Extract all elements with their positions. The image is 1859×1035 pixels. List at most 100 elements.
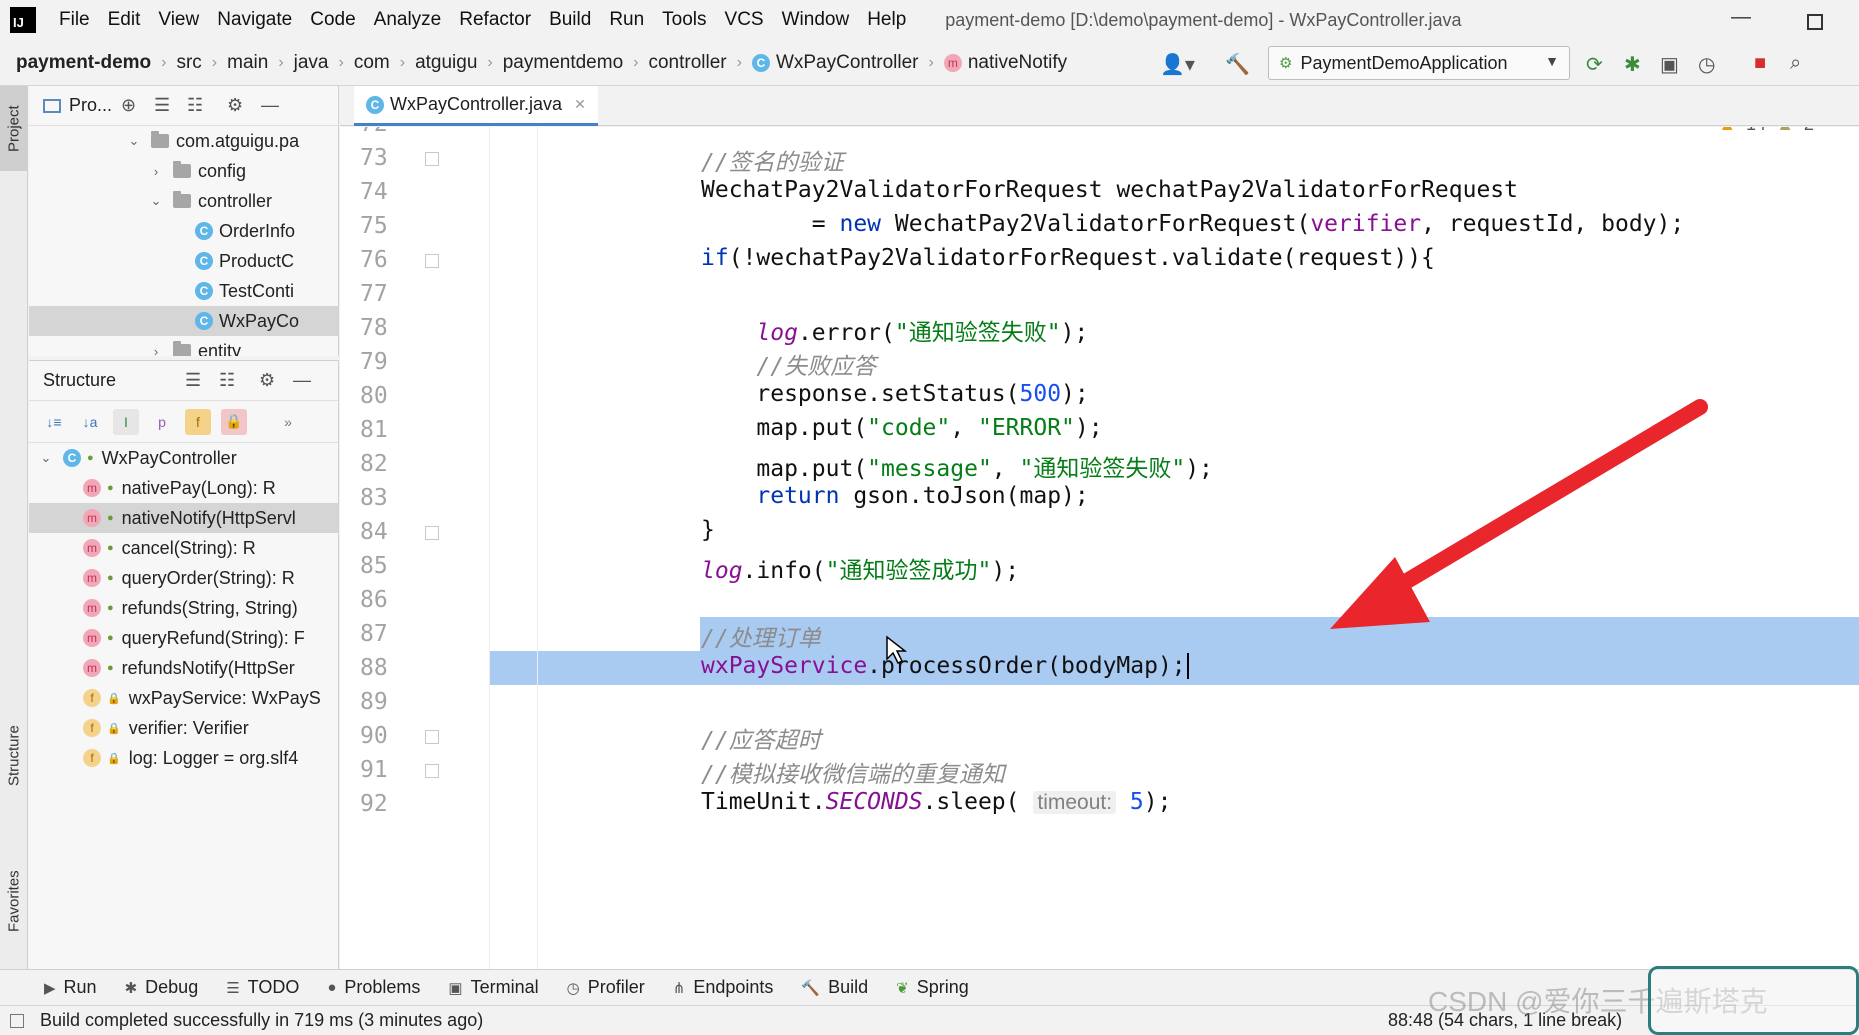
tool-debug[interactable]: ✱ Debug xyxy=(125,977,199,998)
stop-icon[interactable]: ■ xyxy=(1754,52,1766,75)
structure-item[interactable]: f 🔒 wxPayService: WxPayS xyxy=(29,683,338,713)
spring-icon: ❦ xyxy=(896,979,909,997)
structure-toolbar: ↓≡ ↓a I p f 🔒 » xyxy=(29,401,338,443)
tab-favorites[interactable]: Favorites xyxy=(0,851,28,951)
inspection-widget[interactable]: ▲ 14 ▲ 2 ⌃ xyxy=(1718,127,1839,135)
tool-build[interactable]: 🔨 Build xyxy=(801,977,868,998)
more-icon[interactable]: » xyxy=(275,409,301,435)
gear-icon[interactable]: ⚙ xyxy=(227,95,243,116)
code-line-84: } xyxy=(701,517,715,543)
debug-icon[interactable]: ✱ xyxy=(1624,52,1641,77)
structure-item[interactable]: m ● refundsNotify(HttpSer xyxy=(29,653,338,683)
menu-analyze[interactable]: Analyze xyxy=(365,9,451,31)
fold-marker-icon[interactable] xyxy=(425,526,439,540)
structure-item[interactable]: f 🔒 log: Logger = org.slf4 xyxy=(29,743,338,773)
structure-item[interactable]: m ● refunds(String, String) xyxy=(29,593,338,623)
fold-marker-icon[interactable] xyxy=(425,730,439,744)
structure-item[interactable]: m ● nativePay(Long): R xyxy=(29,473,338,503)
hide-icon[interactable]: — xyxy=(293,370,311,391)
breadcrumb-src[interactable]: src xyxy=(176,52,201,74)
breadcrumb-controller[interactable]: controller xyxy=(648,52,726,74)
menu-file[interactable]: File xyxy=(50,9,99,31)
structure-item[interactable]: m ● queryOrder(String): R xyxy=(29,563,338,593)
structure-item[interactable]: f 🔒 verifier: Verifier xyxy=(29,713,338,743)
status-message[interactable]: Build completed successfully in 719 ms (… xyxy=(40,1010,483,1031)
tool-todo[interactable]: ☰ TODO xyxy=(226,977,299,998)
close-icon[interactable]: ✕ xyxy=(574,96,586,113)
tool-run[interactable]: ▶ Run xyxy=(44,977,97,998)
structure-item[interactable]: m ● queryRefund(String): F xyxy=(29,623,338,653)
menu-edit[interactable]: Edit xyxy=(99,9,150,31)
sort-alpha-icon[interactable]: ↓a xyxy=(77,409,103,435)
menu-help[interactable]: Help xyxy=(858,9,915,31)
tree-item-config[interactable]: › config xyxy=(29,156,338,186)
menu-code[interactable]: Code xyxy=(301,9,364,31)
tool-terminal[interactable]: ▣ Terminal xyxy=(448,977,538,998)
code-line-78: log.error("通知验签失败"); xyxy=(756,320,1089,346)
locate-icon[interactable]: ⊕ xyxy=(121,95,136,116)
menu-build[interactable]: Build xyxy=(540,9,600,31)
menu-window[interactable]: Window xyxy=(773,9,859,31)
gear-icon[interactable]: ⚙ xyxy=(259,370,275,391)
fields-icon[interactable]: f xyxy=(185,408,211,435)
menu-run[interactable]: Run xyxy=(600,9,653,31)
tree-item-orderinfo[interactable]: C OrderInfo xyxy=(29,216,338,246)
inherited-icon[interactable]: I xyxy=(113,408,139,435)
tree-item-controller[interactable]: ⌄ controller xyxy=(29,186,338,216)
breadcrumb-com[interactable]: com xyxy=(354,52,390,74)
tree-item-wxpay[interactable]: C WxPayCo xyxy=(29,306,338,336)
line-number: 90 xyxy=(360,723,388,749)
collapse-all-icon[interactable]: ☷ xyxy=(187,95,203,116)
fold-marker-icon[interactable] xyxy=(425,152,439,166)
build-hammer-icon[interactable]: 🔨 xyxy=(1225,52,1250,77)
tree-item-entity[interactable]: › entity xyxy=(29,336,338,356)
breadcrumb-main[interactable]: main xyxy=(227,52,268,74)
search-icon[interactable]: ⌕ xyxy=(1790,52,1801,75)
status-toggle-icon[interactable] xyxy=(10,1013,24,1028)
run-config-select[interactable]: ⚙ PaymentDemoApplication ▼ xyxy=(1268,46,1570,80)
menu-navigate[interactable]: Navigate xyxy=(208,9,301,31)
breadcrumb-class[interactable]: C WxPayController xyxy=(751,52,919,74)
minimize-icon[interactable]: — xyxy=(1731,6,1751,29)
expand-all-icon[interactable]: ☰ xyxy=(185,370,201,391)
tree-item-package[interactable]: ⌄ com.atguigu.pa xyxy=(29,126,338,156)
coverage-icon[interactable]: ▣ xyxy=(1660,52,1679,77)
method-icon: m xyxy=(83,599,101,617)
breadcrumb-atguigu[interactable]: atguigu xyxy=(415,52,477,74)
structure-item[interactable]: m ● nativeNotify(HttpServl xyxy=(29,503,338,533)
fold-marker-icon[interactable] xyxy=(425,764,439,778)
code-editor[interactable]: 72 73 74 75 76 77 78 79 80 81 82 83 84 8… xyxy=(340,127,1859,969)
tool-problems[interactable]: ● Problems xyxy=(327,977,420,998)
tab-structure[interactable]: Structure xyxy=(0,706,28,806)
tab-wxpaycontroller[interactable]: C WxPayController.java ✕ xyxy=(354,86,598,126)
expand-all-icon[interactable]: ☰ xyxy=(154,95,170,116)
non-public-icon[interactable]: 🔒 xyxy=(221,408,247,435)
fold-marker-icon[interactable] xyxy=(425,254,439,268)
collapse-all-icon[interactable]: ☷ xyxy=(219,370,235,391)
menu-tools[interactable]: Tools xyxy=(653,9,715,31)
menu-view[interactable]: View xyxy=(149,9,208,31)
structure-item[interactable]: m ● cancel(String): R xyxy=(29,533,338,563)
chevron-up-icon[interactable]: ⌃ xyxy=(1824,127,1839,135)
user-icon[interactable]: 👤▾ xyxy=(1160,52,1195,77)
tab-project[interactable]: Project xyxy=(0,86,28,171)
project-panel-title[interactable]: Pro... xyxy=(69,95,112,116)
restore-icon[interactable] xyxy=(1807,14,1823,30)
menu-vcs[interactable]: VCS xyxy=(716,9,773,31)
hide-icon[interactable]: — xyxy=(261,95,279,116)
menu-refactor[interactable]: Refactor xyxy=(450,9,540,31)
tree-item-test[interactable]: C TestConti xyxy=(29,276,338,306)
breadcrumb-paymentdemo[interactable]: paymentdemo xyxy=(503,52,623,74)
tool-spring[interactable]: ❦ Spring xyxy=(896,977,969,998)
tool-endpoints[interactable]: ⋔ Endpoints xyxy=(673,977,774,998)
breadcrumb-java[interactable]: java xyxy=(294,52,329,74)
tool-profiler[interactable]: ◷ Profiler xyxy=(567,977,645,998)
tree-item-product[interactable]: C ProductC xyxy=(29,246,338,276)
breadcrumb-method[interactable]: m nativeNotify xyxy=(943,52,1067,74)
profile-icon[interactable]: ◷ xyxy=(1698,52,1715,77)
properties-icon[interactable]: p xyxy=(149,409,175,435)
structure-root[interactable]: ⌄ C ● WxPayController xyxy=(29,443,338,473)
breadcrumb-project[interactable]: payment-demo xyxy=(16,52,151,74)
sort-visibility-icon[interactable]: ↓≡ xyxy=(41,409,67,435)
rerun-icon[interactable]: ⟳ xyxy=(1586,52,1603,77)
